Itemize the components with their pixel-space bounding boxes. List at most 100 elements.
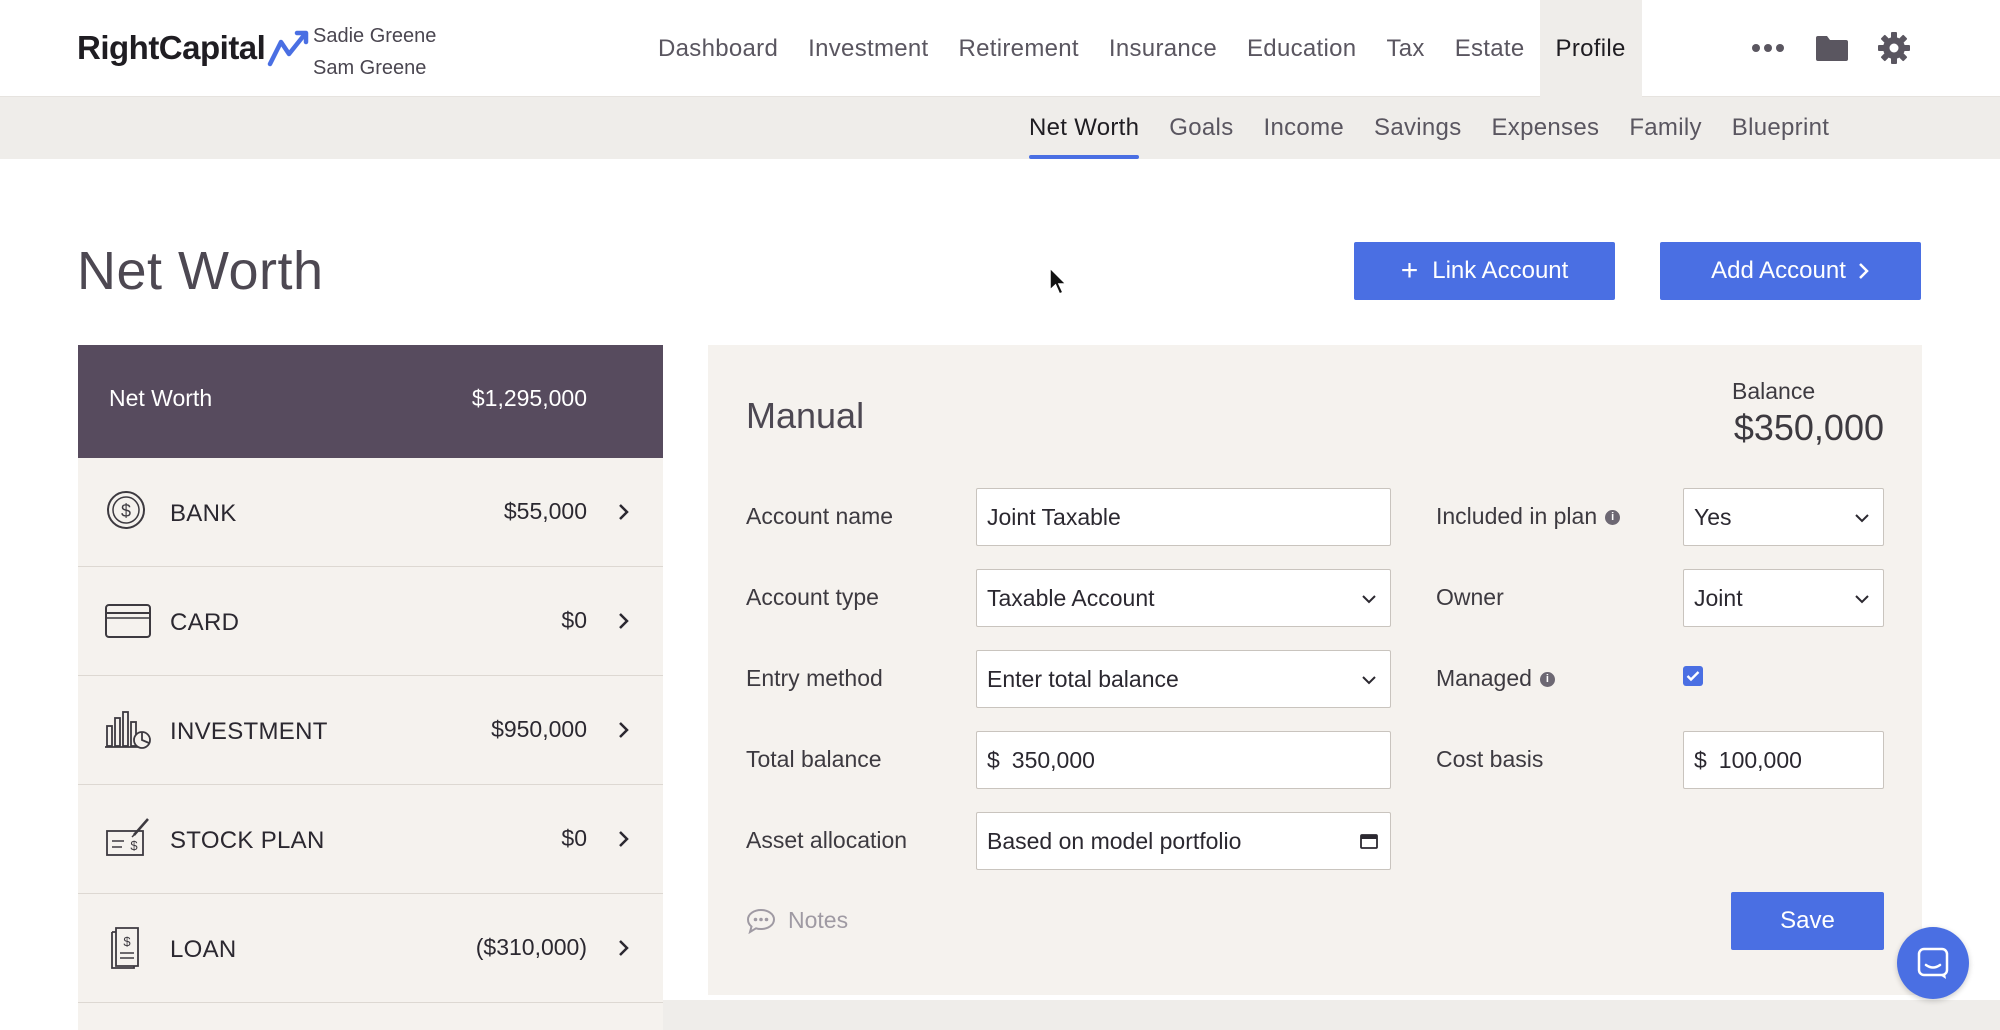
managed-text: Managed xyxy=(1436,665,1532,691)
managed-checkbox[interactable] xyxy=(1683,666,1703,686)
total-balance-input[interactable]: $ 350,000 xyxy=(976,731,1391,789)
account-name-input[interactable] xyxy=(976,488,1391,546)
nav-dashboard[interactable]: Dashboard xyxy=(643,0,793,97)
net-worth-summary[interactable]: Net Worth $1,295,000 xyxy=(78,345,663,458)
mouse-cursor-icon xyxy=(1049,266,1068,295)
account-row-more[interactable] xyxy=(78,1003,663,1030)
rightcapital-logo[interactable]: RightCapital xyxy=(77,28,311,68)
nav-retirement[interactable]: Retirement xyxy=(944,0,1094,97)
page-title: Net Worth xyxy=(77,241,324,301)
chevron-right-icon xyxy=(619,504,629,520)
client-name-secondary: Sam Greene xyxy=(313,57,427,79)
client-names[interactable]: Sadie Greene Sam Greene xyxy=(313,20,436,84)
included-in-plan-value: Yes xyxy=(1694,503,1732,530)
chevron-right-icon xyxy=(619,722,629,738)
included-in-plan-select[interactable]: Yes xyxy=(1683,488,1884,546)
nav-profile[interactable]: Profile xyxy=(1539,0,1642,97)
account-name-label: Account name xyxy=(746,503,894,529)
info-icon[interactable]: i xyxy=(1605,510,1621,526)
sub-nav: Net Worth Goals Income Savings Expenses … xyxy=(1014,97,1844,159)
loan-document-icon: $ xyxy=(111,927,139,969)
nav-education[interactable]: Education xyxy=(1232,0,1371,97)
nav-tax[interactable]: Tax xyxy=(1371,0,1439,97)
owner-select[interactable]: Joint xyxy=(1683,569,1884,627)
info-icon[interactable]: i xyxy=(1539,672,1555,688)
page-bottom xyxy=(663,1000,2000,1030)
asset-allocation-label: Asset allocation xyxy=(746,827,908,853)
account-row-loan[interactable]: $ LOAN ($310,000) xyxy=(78,894,663,1003)
chevron-down-icon xyxy=(1855,595,1869,604)
entry-method-select[interactable]: Enter total balance xyxy=(976,650,1391,708)
speech-bubble-icon xyxy=(746,908,776,934)
tab-income[interactable]: Income xyxy=(1249,97,1360,159)
chevron-right-icon xyxy=(619,831,629,847)
more-icon[interactable] xyxy=(1748,28,1788,68)
total-balance-value: 350,000 xyxy=(1011,746,1095,773)
notes-toggle[interactable]: Notes xyxy=(746,907,848,934)
included-in-plan-label: Included in plan i xyxy=(1436,503,1621,530)
tab-family[interactable]: Family xyxy=(1614,97,1716,159)
tab-savings[interactable]: Savings xyxy=(1359,97,1476,159)
account-name: BANK xyxy=(170,500,237,527)
tab-net-worth[interactable]: Net Worth xyxy=(1014,97,1154,159)
account-type-value: Taxable Account xyxy=(987,584,1155,611)
chevron-right-icon xyxy=(1858,263,1869,279)
account-detail-panel: Manual Balance $350,000 Account name Acc… xyxy=(708,345,1922,995)
cost-basis-input[interactable]: $ 100,000 xyxy=(1683,731,1884,789)
nav-estate[interactable]: Estate xyxy=(1440,0,1540,97)
tab-expenses[interactable]: Expenses xyxy=(1477,97,1615,159)
account-row-bank[interactable]: $ BANK $55,000 xyxy=(78,458,663,567)
link-account-label: Link Account xyxy=(1432,257,1569,284)
balance-value: $350,000 xyxy=(1733,407,1884,448)
account-name: INVESTMENT xyxy=(170,718,328,745)
total-balance-label: Total balance xyxy=(746,746,882,772)
account-type-label: Account type xyxy=(746,584,879,610)
net-worth-label: Net Worth xyxy=(109,385,213,411)
cost-basis-value: 100,000 xyxy=(1718,746,1802,773)
owner-value: Joint xyxy=(1694,584,1743,611)
account-amount: $950,000 xyxy=(491,716,587,742)
tab-blueprint[interactable]: Blueprint xyxy=(1717,97,1844,159)
svg-text:$: $ xyxy=(123,934,131,949)
logo-text: RightCapital xyxy=(77,29,266,66)
account-amount: $55,000 xyxy=(503,498,587,524)
credit-card-icon xyxy=(105,604,151,638)
chevron-down-icon xyxy=(1855,514,1869,523)
chevron-down-icon xyxy=(1362,595,1376,604)
account-row-card[interactable]: CARD $0 xyxy=(78,567,663,676)
asset-allocation-field[interactable]: Based on model portfolio xyxy=(976,812,1391,870)
owner-label: Owner xyxy=(1436,584,1504,610)
folder-icon[interactable] xyxy=(1812,28,1852,68)
account-type-select[interactable]: Taxable Account xyxy=(976,569,1391,627)
calendar-icon[interactable] xyxy=(1360,832,1378,850)
nav-insurance[interactable]: Insurance xyxy=(1094,0,1232,97)
save-button[interactable]: Save xyxy=(1731,892,1884,950)
gear-icon[interactable] xyxy=(1874,28,1914,68)
svg-text:$: $ xyxy=(130,838,138,853)
account-row-investment[interactable]: INVESTMENT $950,000 xyxy=(78,676,663,785)
checkmark-icon xyxy=(1686,671,1700,682)
managed-label: Managed i xyxy=(1436,665,1555,692)
nav-investment[interactable]: Investment xyxy=(793,0,943,97)
entry-method-label: Entry method xyxy=(746,665,883,691)
add-account-button[interactable]: Add Account xyxy=(1660,242,1921,300)
plus-icon: + xyxy=(1400,254,1419,287)
entry-method-value: Enter total balance xyxy=(987,665,1179,692)
account-amount: $0 xyxy=(561,607,587,633)
notes-label: Notes xyxy=(788,907,849,933)
main-nav: Dashboard Investment Retirement Insuranc… xyxy=(643,0,1642,97)
account-amount: $0 xyxy=(561,825,587,851)
account-name: STOCK PLAN xyxy=(170,827,325,854)
account-row-stock-plan[interactable]: $ STOCK PLAN $0 xyxy=(78,785,663,894)
chevron-right-icon xyxy=(619,940,629,956)
balance-label: Balance xyxy=(1732,378,1816,404)
account-name: CARD xyxy=(170,609,240,636)
account-name: LOAN xyxy=(170,936,237,963)
add-account-label: Add Account xyxy=(1711,257,1846,284)
link-account-button[interactable]: + Link Account xyxy=(1354,242,1615,300)
chevron-down-icon xyxy=(1362,676,1376,685)
chat-launcher-button[interactable] xyxy=(1897,927,1969,999)
net-worth-value: $1,295,000 xyxy=(471,385,587,411)
tab-goals[interactable]: Goals xyxy=(1154,97,1248,159)
investment-chart-icon xyxy=(105,711,151,749)
